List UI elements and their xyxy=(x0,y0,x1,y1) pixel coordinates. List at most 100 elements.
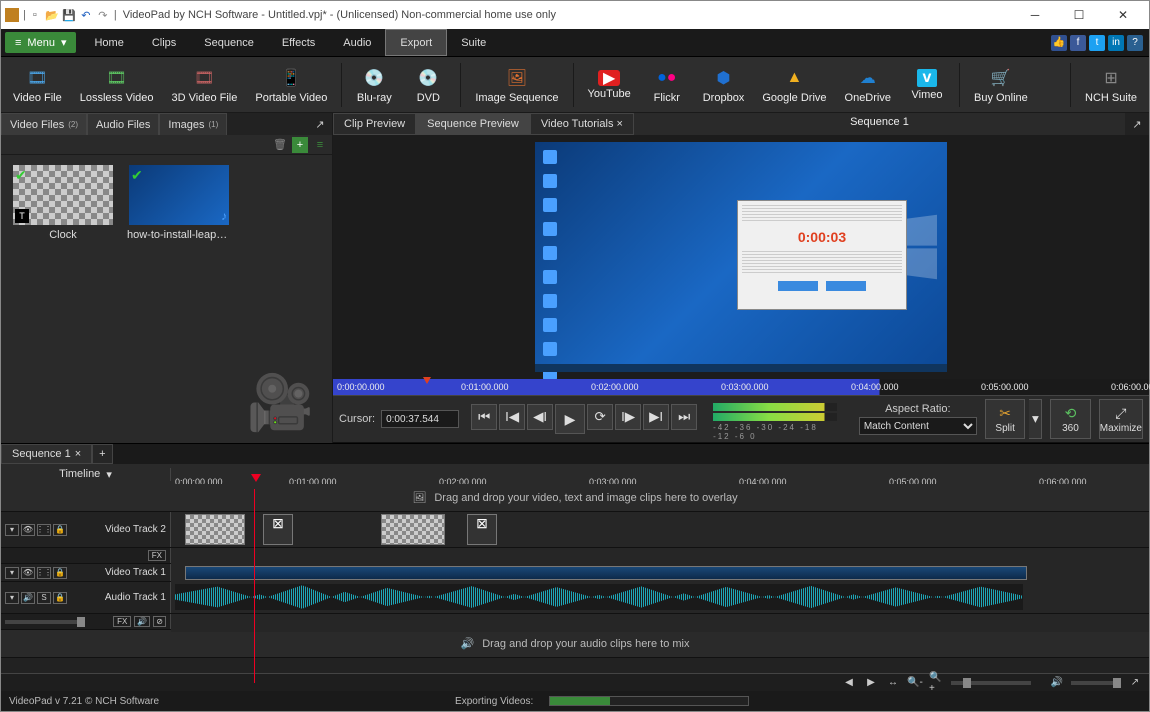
video-track-2[interactable]: ⊠ ⊠ xyxy=(171,512,1149,547)
go-end-button[interactable]: ⏭ xyxy=(671,404,697,430)
fit-icon[interactable]: ↔ xyxy=(885,676,901,690)
help-icon[interactable]: ? xyxy=(1127,35,1143,51)
collapse-icon[interactable]: ▾ xyxy=(5,567,19,579)
qat-open-icon[interactable]: 📂 xyxy=(45,8,59,22)
lock-icon[interactable]: 🔒 xyxy=(53,567,67,579)
minimize-button[interactable]: ─ xyxy=(1013,1,1057,29)
add-icon[interactable]: + xyxy=(292,137,308,153)
qat-new-icon[interactable]: ▫ xyxy=(28,8,42,22)
lock-icon[interactable]: 🔒 xyxy=(53,524,67,536)
playhead-icon[interactable] xyxy=(423,377,431,384)
speaker-icon[interactable]: 🔊 xyxy=(21,592,35,604)
preview-ruler[interactable]: 0:00:00.000 0:01:00.000 0:02:00.000 0:03… xyxy=(333,379,1149,395)
tab-video-tutorials[interactable]: Video Tutorials × xyxy=(530,113,634,135)
qat-save-icon[interactable]: 💾 xyxy=(62,8,76,22)
tab-images[interactable]: Images(1) xyxy=(159,113,227,135)
overlay-drop-zone[interactable]: 🖼 Drag and drop your video, text and ima… xyxy=(1,484,1149,512)
tool-flickr[interactable]: ●●Flickr xyxy=(643,64,691,106)
audio-drop-zone[interactable]: 🔊 Drag and drop your audio clips here to… xyxy=(1,630,1149,658)
maximize-button[interactable]: ☐ xyxy=(1057,1,1101,29)
popout-icon[interactable]: ↗ xyxy=(312,116,328,132)
lock-icon[interactable]: 🔒 xyxy=(53,592,67,604)
timeline-tab-add[interactable]: + xyxy=(92,444,112,464)
volume-slider[interactable] xyxy=(5,620,85,624)
step-back-button[interactable]: ◀I xyxy=(527,404,553,430)
timeline-clip[interactable]: ⊠ xyxy=(263,514,293,545)
360-button[interactable]: ⟲360 xyxy=(1050,399,1091,439)
prev-frame-button[interactable]: I◀ xyxy=(499,404,525,430)
chevron-down-icon[interactable]: ▾ xyxy=(106,468,112,481)
video-track-1[interactable] xyxy=(171,564,1149,582)
popout-icon[interactable]: ↗ xyxy=(1127,676,1143,690)
menu-clips[interactable]: Clips xyxy=(138,29,190,56)
audio-track-1[interactable] xyxy=(171,582,1149,613)
timeline-clip[interactable] xyxy=(185,566,1027,580)
popout-icon[interactable]: ↗ xyxy=(1132,118,1141,131)
maximize-button[interactable]: ⤢Maximize xyxy=(1099,399,1143,439)
aspect-select[interactable]: Match Content xyxy=(859,417,977,435)
tool-bluray[interactable]: 💿Blu-ray xyxy=(350,64,398,106)
tool-youtube[interactable]: ▶YouTube xyxy=(582,68,637,102)
next-frame-button[interactable]: ▶I xyxy=(643,404,669,430)
menu-export[interactable]: Export xyxy=(385,29,447,56)
tab-audio-files[interactable]: Audio Files xyxy=(87,113,159,135)
media-clip[interactable]: ✔ T Clock xyxy=(11,165,115,241)
zoom-in-icon[interactable]: 🔍+ xyxy=(929,676,945,690)
collapse-icon[interactable]: ▾ xyxy=(5,592,19,604)
tool-lossless-video[interactable]: 🎞Lossless Video xyxy=(74,64,160,106)
tool-nch-suite[interactable]: ⊞NCH Suite xyxy=(1079,64,1143,106)
eye-icon[interactable]: 👁 xyxy=(21,524,35,536)
fx-badge[interactable]: FX xyxy=(113,616,131,627)
zoom-slider[interactable] xyxy=(951,681,1031,685)
cursor-input[interactable] xyxy=(381,410,459,428)
play-button[interactable]: ▶ xyxy=(555,404,585,434)
close-button[interactable]: ✕ xyxy=(1101,1,1145,29)
menu-effects[interactable]: Effects xyxy=(268,29,329,56)
tool-google-drive[interactable]: ▲Google Drive xyxy=(756,64,832,106)
list-icon[interactable]: ≡ xyxy=(312,137,328,153)
timeline-clip[interactable]: ⊠ xyxy=(467,514,497,545)
menu-button[interactable]: ≡ Menu ▾ xyxy=(5,32,76,53)
scroll-left-icon[interactable]: ◀ xyxy=(841,676,857,690)
tool-image-sequence[interactable]: 🖼Image Sequence xyxy=(469,64,564,106)
zoom-out-icon[interactable]: 🔍- xyxy=(907,676,923,690)
facebook-icon[interactable]: f xyxy=(1070,35,1086,51)
master-volume-slider[interactable] xyxy=(1071,681,1121,685)
tool-buy-online[interactable]: 🛒Buy Online xyxy=(968,64,1034,106)
tool-3d-video[interactable]: 🎞3D Video File xyxy=(166,64,244,106)
tool-vimeo[interactable]: vVimeo xyxy=(903,67,951,103)
split-button[interactable]: ✂Split xyxy=(985,399,1026,439)
menu-home[interactable]: Home xyxy=(80,29,137,56)
tab-sequence-preview[interactable]: Sequence Preview xyxy=(416,113,530,135)
eye-icon[interactable]: 👁 xyxy=(21,567,35,579)
qat-redo-icon[interactable]: ↷ xyxy=(96,8,110,22)
tab-clip-preview[interactable]: Clip Preview xyxy=(333,113,416,135)
timeline-playhead-icon[interactable] xyxy=(251,474,261,482)
close-tab-icon[interactable]: × xyxy=(75,448,81,460)
playhead-line[interactable] xyxy=(254,489,255,683)
tool-video-file[interactable]: 🎞Video File xyxy=(7,64,68,106)
tool-onedrive[interactable]: ☁OneDrive xyxy=(839,64,897,106)
tab-video-files[interactable]: Video Files(2) xyxy=(1,113,87,135)
menu-audio[interactable]: Audio xyxy=(329,29,385,56)
media-clip[interactable]: ✔ ♪ how-to-install-leapdro... xyxy=(127,165,231,241)
split-dropdown[interactable]: ▾ xyxy=(1029,399,1042,439)
link-icon[interactable]: ⊘ xyxy=(153,616,166,627)
preview-video[interactable]: 0:00:03 xyxy=(333,135,1149,379)
menu-suite[interactable]: Suite xyxy=(447,29,500,56)
step-fwd-button[interactable]: I▶ xyxy=(615,404,641,430)
tool-dvd[interactable]: 💿DVD xyxy=(404,64,452,106)
like-icon[interactable]: 👍 xyxy=(1051,35,1067,51)
tool-portable-video[interactable]: 📱Portable Video xyxy=(249,64,333,106)
twitter-icon[interactable]: t xyxy=(1089,35,1105,51)
loop-button[interactable]: ⟳ xyxy=(587,404,613,430)
scroll-right-icon[interactable]: ▶ xyxy=(863,676,879,690)
timeline-clip[interactable] xyxy=(185,514,245,545)
fx-badge[interactable]: FX xyxy=(148,550,166,561)
trash-icon[interactable]: 🗑 xyxy=(272,137,288,153)
linkedin-icon[interactable]: in xyxy=(1108,35,1124,51)
tool-dropbox[interactable]: ⬢Dropbox xyxy=(697,64,751,106)
timeline-clip[interactable] xyxy=(381,514,445,545)
mute-icon[interactable]: 🔊 xyxy=(1049,676,1065,690)
fx-icon[interactable]: ⋮⋮ xyxy=(37,524,51,536)
